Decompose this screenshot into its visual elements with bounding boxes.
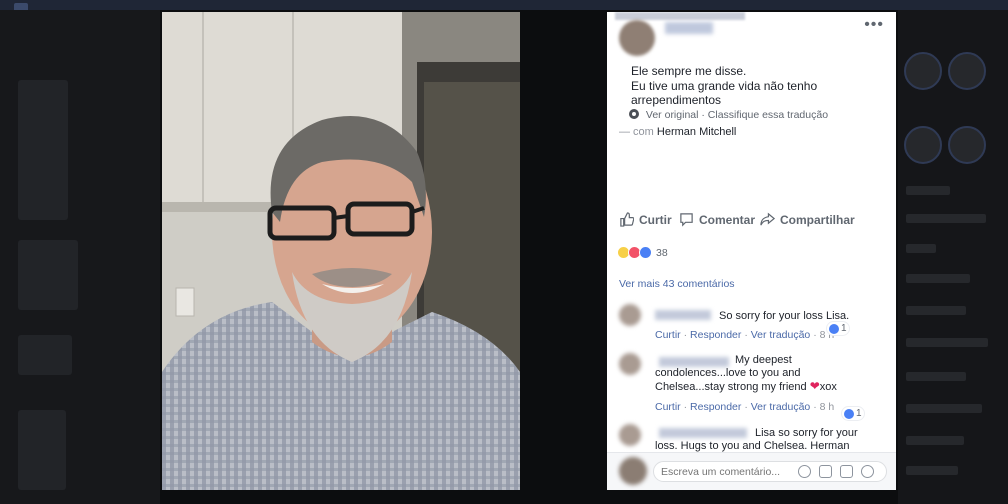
- post-photo[interactable]: [162, 12, 520, 490]
- like-reaction-icon: [639, 246, 652, 259]
- comment-like-count[interactable]: 1: [827, 322, 849, 335]
- post-text-line: Ele sempre me disse.: [631, 64, 747, 78]
- post-text-line: arrependimentos: [631, 93, 722, 107]
- post-text: Ele sempre me disse. Eu tive uma grande …: [631, 64, 881, 108]
- thumbs-up-icon: [620, 212, 634, 227]
- gif-icon[interactable]: [840, 465, 853, 478]
- reactions-summary[interactable]: 38: [617, 246, 668, 259]
- comment-reply-link[interactable]: Responder: [690, 401, 741, 413]
- share-icon: [760, 212, 775, 226]
- selfie-image: [162, 12, 520, 490]
- author-name-blurred-2[interactable]: [665, 22, 713, 34]
- comment-button[interactable]: Comentar: [679, 212, 755, 227]
- comment-text: So sorry for your loss Lisa.: [719, 310, 850, 322]
- commenter-avatar[interactable]: [619, 424, 641, 446]
- view-more-comments-link[interactable]: Ver mais 43 comentários: [619, 278, 735, 290]
- background-left-column: [0, 10, 160, 504]
- comment-time[interactable]: 8 h: [820, 401, 835, 413]
- emoji-icon[interactable]: [798, 465, 811, 478]
- comment-composer: [607, 452, 896, 490]
- comment-icon: [680, 213, 693, 227]
- commenter-avatar[interactable]: [619, 304, 641, 326]
- share-button[interactable]: Compartilhar: [760, 212, 855, 227]
- author-name-blurred[interactable]: [615, 12, 745, 20]
- commenter-name-blurred[interactable]: [655, 310, 711, 320]
- author-avatar[interactable]: [619, 20, 655, 56]
- commenter-avatar[interactable]: [619, 353, 641, 375]
- comment-like-count[interactable]: 1: [842, 407, 864, 420]
- comment-translate-link[interactable]: Ver tradução: [751, 401, 811, 413]
- heart-icon: ❤: [809, 379, 820, 393]
- comment-text: My deepest condolences...love to you and…: [655, 354, 837, 393]
- like-icon: [844, 408, 854, 419]
- reaction-count: 38: [656, 246, 668, 259]
- comment-translate-link[interactable]: Ver tradução: [751, 329, 811, 341]
- gear-icon[interactable]: [629, 109, 639, 119]
- more-options-icon[interactable]: •••: [864, 16, 884, 34]
- user-avatar: [619, 457, 647, 485]
- sticker-icon[interactable]: [861, 465, 874, 478]
- comment-like-link[interactable]: Curtir: [655, 329, 681, 341]
- post-actions: Curtir Comentar Compartilhar: [607, 212, 896, 232]
- comment-meta: Curtir · Responder · Ver tradução · 8 h: [655, 329, 835, 341]
- translation-bar: Ver original · Classifique essa tradução: [629, 109, 828, 121]
- post-panel: ••• Ele sempre me disse. Eu tive uma gra…: [607, 12, 896, 490]
- comment-like-link[interactable]: Curtir: [655, 401, 681, 413]
- comment-text: Lisa so sorry for your loss. Hugs to you…: [655, 427, 858, 452]
- see-original-link[interactable]: Ver original: [646, 109, 699, 121]
- post-text-line: Eu tive uma grande vida não tenho: [631, 78, 818, 93]
- comment-reply-link[interactable]: Responder: [690, 329, 741, 341]
- background-right-column: [898, 10, 1008, 504]
- like-button[interactable]: Curtir: [619, 212, 672, 227]
- tagged-with: — com Herman Mitchell: [619, 126, 736, 138]
- tagged-person-link[interactable]: Herman Mitchell: [657, 126, 736, 138]
- rate-translation-link[interactable]: Classifique essa tradução: [708, 109, 828, 121]
- like-icon: [829, 323, 839, 334]
- background-topbar: [0, 0, 1008, 10]
- comment-meta: Curtir · Responder · Ver tradução · 8 h: [655, 401, 835, 413]
- camera-icon[interactable]: [819, 465, 832, 478]
- with-prefix: — com: [619, 126, 654, 138]
- composer-icons: [790, 465, 874, 478]
